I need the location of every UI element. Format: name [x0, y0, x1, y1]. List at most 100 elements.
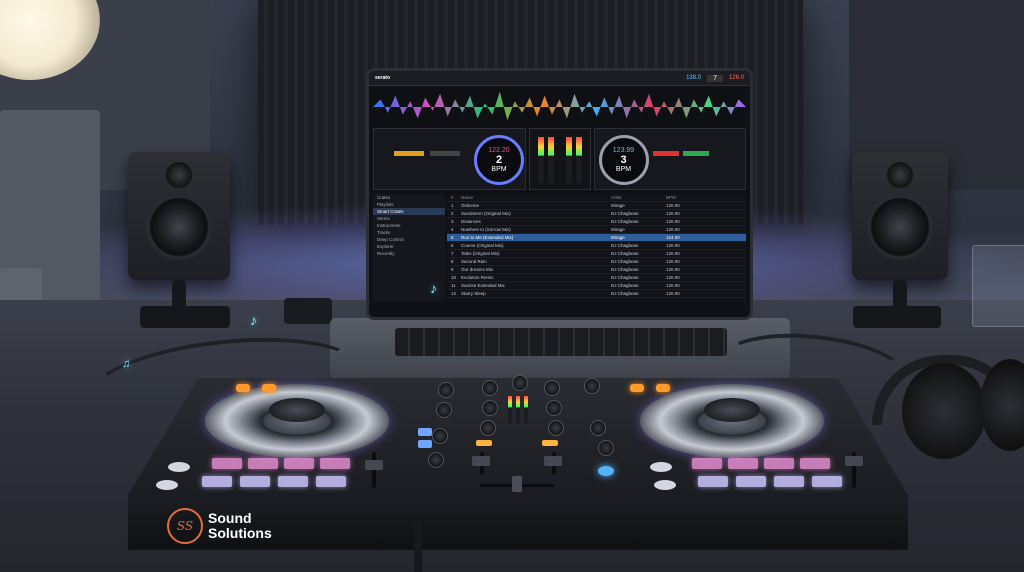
play-button-left[interactable]: [156, 480, 178, 490]
eq-knob[interactable]: [482, 400, 498, 416]
eq-knob[interactable]: [548, 420, 564, 436]
sidebar-item[interactable]: Playlists: [373, 201, 445, 208]
cue-button-left[interactable]: [394, 151, 424, 156]
dj-setup-scene: serato 138.0 7 126.0 122.20 2 BPM 123.99…: [0, 0, 1024, 572]
performance-pad[interactable]: [774, 476, 804, 487]
tweeter-icon: [887, 162, 913, 188]
sidebar-item[interactable]: Recently: [373, 250, 445, 257]
eq-knob[interactable]: [480, 420, 496, 436]
channel-fader-left[interactable]: [472, 456, 490, 466]
table-row[interactable]: 1 Ostionne Mirage 120.00: [447, 202, 746, 210]
deck-right[interactable]: 123.99 3 BPM: [593, 128, 746, 190]
deck-left[interactable]: 122.20 2 BPM: [373, 128, 526, 190]
cell-bpm: 120.00: [666, 291, 680, 296]
level-meter: [508, 396, 512, 424]
col-bpm[interactable]: BPM: [666, 195, 676, 200]
tempo-fader-track: [372, 452, 376, 488]
performance-pad[interactable]: [698, 476, 728, 487]
level-meter: [547, 137, 554, 183]
performance-pad[interactable]: [800, 458, 830, 469]
sidebar-item[interactable]: Stems: [373, 215, 445, 222]
eq-knob[interactable]: [438, 382, 454, 398]
filter-knob[interactable]: [598, 440, 614, 456]
table-row[interactable]: 11 Sunrise Extended Mix DJ Chagbean 120.00: [447, 282, 746, 290]
table-row[interactable]: 5 Run to Me (Extended Mix) Mirage 124.00: [447, 234, 746, 242]
music-note-icon: ♪: [430, 280, 437, 296]
bpm-left: 122.20: [488, 147, 510, 154]
table-row[interactable]: 9 Our dreams Mix DJ Chagbean 120.00: [447, 266, 746, 274]
eq-knob[interactable]: [432, 428, 448, 444]
eq-knob[interactable]: [546, 400, 562, 416]
headphone-cue-button[interactable]: [476, 440, 492, 446]
loop-button-left[interactable]: [430, 151, 460, 156]
performance-pad[interactable]: [320, 458, 350, 469]
ear-cup: [902, 363, 986, 459]
performance-pad[interactable]: [692, 458, 722, 469]
cell-n: 11: [451, 283, 456, 288]
performance-pad[interactable]: [278, 476, 308, 487]
channel-fader-right[interactable]: [544, 456, 562, 466]
table-row[interactable]: 6 Course (Original Mix) DJ Chagbean 120.00: [447, 242, 746, 250]
tempo-fader-left[interactable]: [365, 460, 383, 470]
sidebar-item[interactable]: Deep Control: [373, 236, 445, 243]
eq-knob[interactable]: [436, 402, 452, 418]
filter-knob[interactable]: [428, 452, 444, 468]
cell-n: 3: [451, 219, 454, 224]
performance-pad[interactable]: [736, 476, 766, 487]
shift-button-left[interactable]: [262, 384, 276, 392]
fx-button[interactable]: [418, 440, 432, 448]
cell-n: 6: [451, 243, 454, 248]
platter-right[interactable]: 123.99 3 BPM: [598, 135, 649, 185]
cell-artist: DJ Chagbean: [611, 219, 639, 224]
sidebar-item[interactable]: Tracks: [373, 229, 445, 236]
cue-button-right[interactable]: [652, 151, 679, 156]
fx-button[interactable]: [418, 428, 432, 436]
cell-artist: Mirage: [611, 235, 625, 240]
sidebar-item[interactable]: Smart Crates: [373, 208, 445, 215]
performance-pad[interactable]: [812, 476, 842, 487]
performance-pad[interactable]: [240, 476, 270, 487]
laptop-screen: serato 138.0 7 126.0 122.20 2 BPM 123.99…: [366, 68, 753, 320]
performance-pad[interactable]: [248, 458, 278, 469]
eq-knob[interactable]: [544, 380, 560, 396]
eq-knob[interactable]: [590, 420, 606, 436]
table-row[interactable]: 2 Sandstorm (Original Mix) DJ Chagbean 120.…: [447, 210, 746, 218]
play-button-right[interactable]: [654, 480, 676, 490]
headphone-cue-button[interactable]: [542, 440, 558, 446]
play-button-right[interactable]: [682, 151, 709, 156]
tempo-fader-right[interactable]: [845, 456, 863, 466]
performance-pad[interactable]: [284, 458, 314, 469]
performance-pad[interactable]: [212, 458, 242, 469]
platter-left[interactable]: 122.20 2 BPM: [474, 135, 524, 185]
performance-pad[interactable]: [728, 458, 758, 469]
sampler-button[interactable]: [598, 466, 614, 476]
table-row[interactable]: 10 Evolution Remix DJ Chagbean 120.00: [447, 274, 746, 282]
sidebar-item[interactable]: Explorer: [373, 243, 445, 250]
sidebar-item[interactable]: Crates: [373, 194, 445, 201]
sync-button-right[interactable]: [630, 384, 644, 392]
cell-bpm: 120.00: [666, 219, 680, 224]
performance-pad[interactable]: [764, 458, 794, 469]
cue-button-right[interactable]: [650, 462, 672, 472]
jog-wheel-right[interactable]: [640, 384, 824, 458]
table-row[interactable]: 3 Distances DJ Chagbean 120.00: [447, 218, 746, 226]
col-name[interactable]: Name: [461, 195, 611, 200]
cell-artist: Mirage: [611, 203, 625, 208]
jog-wheel-left[interactable]: [205, 384, 389, 458]
table-row[interactable]: 4 Nowhere to (Sorrow Mix) Mirage 120.00: [447, 226, 746, 234]
master-knob[interactable]: [512, 375, 528, 391]
cue-button-left[interactable]: [168, 462, 190, 472]
table-row[interactable]: 8 Second Rain DJ Chagbean 120.00: [447, 258, 746, 266]
crossfader[interactable]: [512, 476, 522, 492]
shift-button-right[interactable]: [656, 384, 670, 392]
sync-button-left[interactable]: [236, 384, 250, 392]
col-artist[interactable]: Artist: [611, 195, 666, 200]
eq-knob[interactable]: [584, 378, 600, 394]
brand-line-1: Sound: [208, 510, 252, 526]
performance-pad[interactable]: [316, 476, 346, 487]
table-row[interactable]: 7 Tales (Original Mix) DJ Chagbean 120.00: [447, 250, 746, 258]
eq-knob[interactable]: [482, 380, 498, 396]
performance-pad[interactable]: [202, 476, 232, 487]
table-row[interactable]: 12 Starry Sleep DJ Chagbean 120.00: [447, 290, 746, 298]
sidebar-item[interactable]: Instruments: [373, 222, 445, 229]
